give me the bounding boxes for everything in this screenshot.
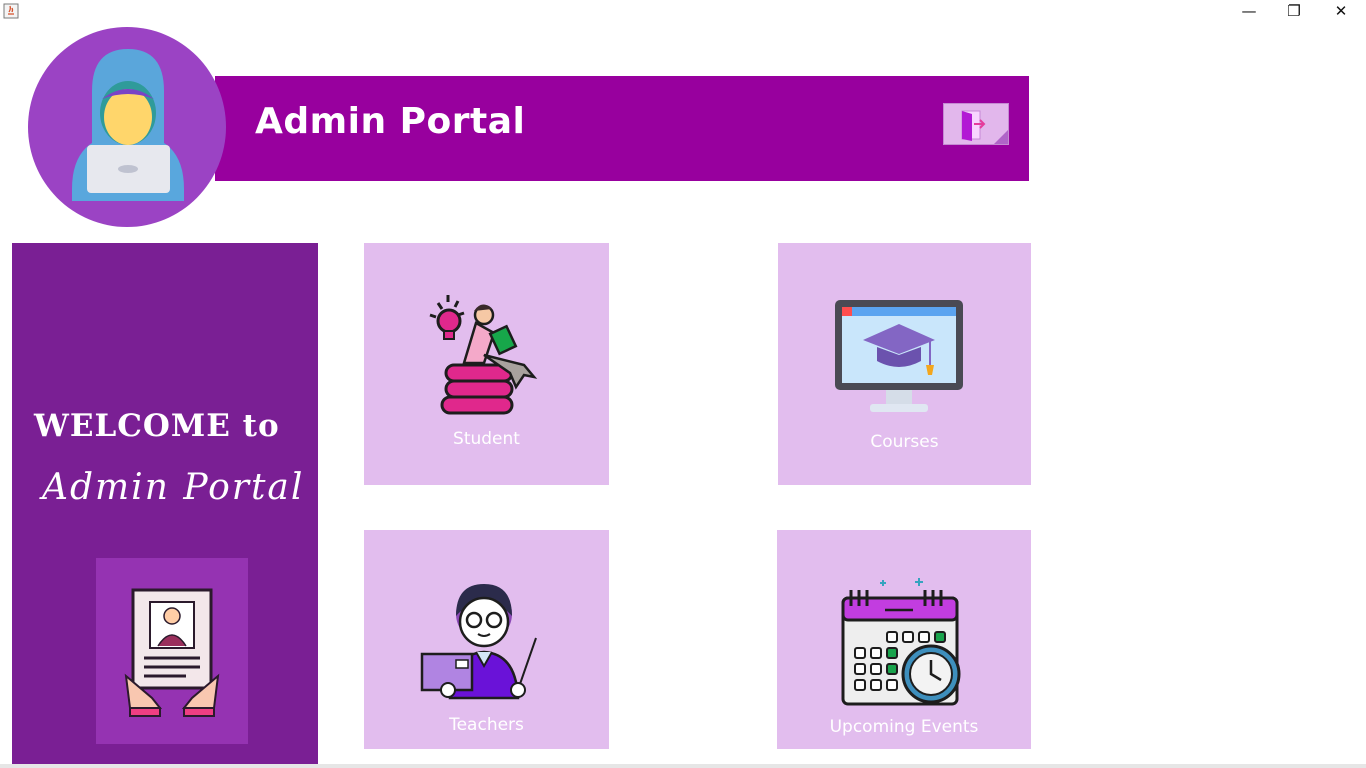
student-books-icon (429, 295, 538, 415)
maximize-button[interactable]: ❐ (1271, 0, 1317, 22)
java-app-icon (3, 3, 19, 19)
bottom-strip (0, 764, 1366, 768)
courses-label: Courses (870, 432, 939, 452)
student-card[interactable]: Student (364, 243, 609, 485)
teachers-card[interactable]: Teachers (364, 530, 609, 749)
logout-door-icon (961, 110, 1008, 144)
calendar-clock-icon (841, 578, 961, 706)
hacker-avatar-icon (72, 49, 184, 201)
admin-avatar (28, 27, 226, 227)
student-label: Student (453, 429, 520, 449)
logout-button[interactable] (943, 103, 1009, 145)
page-title: Admin Portal (255, 101, 526, 142)
graduation-monitor-icon (835, 300, 963, 412)
minimize-button[interactable]: — (1226, 0, 1272, 22)
teacher-icon (420, 584, 537, 700)
teachers-label: Teachers (449, 715, 524, 735)
welcome-subheading: Admin Portal (42, 467, 305, 508)
id-card-tile (96, 558, 248, 744)
courses-card[interactable]: Courses (778, 243, 1031, 485)
upcoming-events-card[interactable]: Upcoming Events (777, 530, 1031, 749)
welcome-heading: WELCOME to (34, 408, 280, 444)
id-card-icon (124, 588, 220, 717)
close-button[interactable]: ✕ (1318, 0, 1364, 22)
upcoming-events-label: Upcoming Events (829, 717, 979, 737)
